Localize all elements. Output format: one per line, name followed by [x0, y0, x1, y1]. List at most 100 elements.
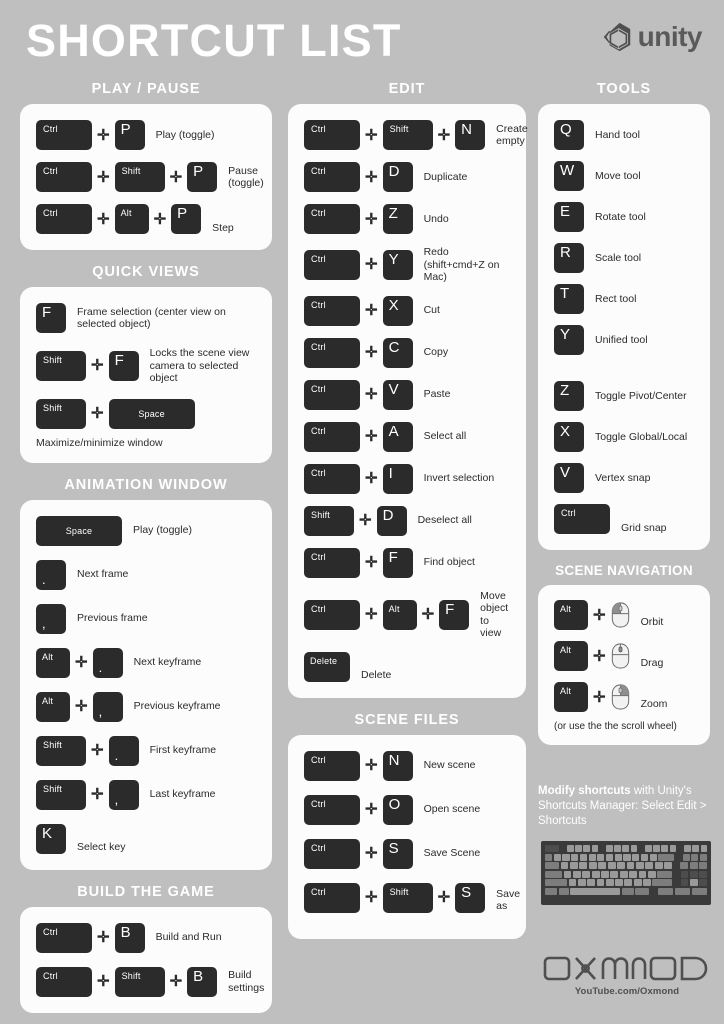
- key-ctrl[interactable]: Ctrl: [304, 794, 360, 825]
- key-a[interactable]: A: [382, 421, 413, 452]
- key-comma[interactable]: ,: [108, 779, 139, 810]
- key-f[interactable]: F: [36, 303, 66, 333]
- key-ctrl[interactable]: Ctrl: [36, 162, 92, 192]
- key-shift[interactable]: Shift: [36, 350, 86, 381]
- key-q[interactable]: Q: [554, 120, 584, 150]
- key-alt[interactable]: Alt: [554, 600, 588, 630]
- key-ctrl[interactable]: Ctrl: [304, 547, 360, 578]
- key-x[interactable]: X: [382, 295, 413, 326]
- shortcut-label: Undo: [423, 212, 449, 225]
- key-ctrl[interactable]: Ctrl: [304, 249, 360, 280]
- shortcut-row: Shift ✛ , Last keyframe: [36, 779, 258, 810]
- key-shift[interactable]: Shift: [36, 735, 86, 766]
- keyboard-key: [545, 887, 557, 895]
- key-c[interactable]: C: [382, 337, 413, 368]
- key-f[interactable]: F: [108, 350, 139, 381]
- key-x[interactable]: X: [554, 422, 584, 452]
- key-shift[interactable]: Shift: [304, 505, 354, 536]
- plus-icon: ✛: [169, 973, 183, 990]
- key-alt[interactable]: Alt: [36, 647, 70, 678]
- key-p[interactable]: P: [171, 204, 202, 234]
- keyboard-gap: [561, 845, 566, 852]
- key-period[interactable]: .: [92, 647, 123, 678]
- shortcut-row: T Rect tool: [554, 284, 696, 314]
- keyboard-key: [570, 862, 578, 870]
- key-ctrl[interactable]: Ctrl: [36, 204, 92, 234]
- key-s[interactable]: S: [382, 838, 413, 869]
- key-shift[interactable]: Shift: [114, 162, 165, 192]
- keyboard-key: [553, 853, 561, 861]
- shortcut-row: V Vertex snap: [554, 463, 696, 493]
- shortcut-row: Ctrl ✛ Shift ✛ P Pause (toggle): [36, 162, 264, 192]
- keyboard-key: [615, 879, 623, 887]
- key-r[interactable]: R: [554, 243, 584, 273]
- key-ctrl[interactable]: Ctrl: [304, 162, 360, 192]
- key-shift[interactable]: Shift: [36, 779, 86, 810]
- key-d[interactable]: D: [382, 162, 413, 192]
- key-ctrl[interactable]: Ctrl: [304, 379, 360, 410]
- key-y[interactable]: Y: [554, 325, 584, 355]
- keyboard-key: [588, 862, 597, 870]
- shortcut-row: Shift ✛ D Deselect all: [304, 505, 512, 536]
- key-period[interactable]: .: [36, 559, 66, 590]
- key-v[interactable]: V: [382, 379, 413, 410]
- shortcut-label: Unified tool: [595, 333, 648, 346]
- key-ctrl[interactable]: Ctrl: [304, 599, 360, 630]
- key-d[interactable]: D: [376, 505, 407, 536]
- key-comma[interactable]: ,: [92, 691, 123, 722]
- key-k[interactable]: K: [36, 823, 66, 854]
- key-ctrl[interactable]: Ctrl: [304, 838, 360, 869]
- key-ctrl[interactable]: Ctrl: [36, 922, 92, 953]
- key-alt[interactable]: Alt: [554, 641, 588, 671]
- key-shift[interactable]: Shift: [382, 882, 433, 913]
- key-n[interactable]: N: [455, 120, 486, 150]
- key-p[interactable]: P: [114, 120, 145, 150]
- key-z[interactable]: Z: [382, 204, 413, 234]
- key-space[interactable]: Space: [36, 515, 122, 546]
- key-ctrl[interactable]: Ctrl: [304, 120, 360, 150]
- key-o[interactable]: O: [382, 794, 413, 825]
- key-delete[interactable]: Delete: [304, 651, 350, 682]
- key-w[interactable]: W: [554, 161, 584, 191]
- key-period[interactable]: .: [108, 735, 139, 766]
- key-b[interactable]: B: [187, 966, 218, 997]
- key-alt[interactable]: Alt: [382, 599, 417, 630]
- key-shift[interactable]: Shift: [382, 120, 433, 150]
- key-ctrl[interactable]: Ctrl: [554, 504, 610, 534]
- key-alt[interactable]: Alt: [36, 691, 70, 722]
- key-i[interactable]: I: [382, 463, 413, 494]
- key-e[interactable]: E: [554, 202, 584, 232]
- key-ctrl[interactable]: Ctrl: [304, 421, 360, 452]
- key-ctrl[interactable]: Ctrl: [304, 204, 360, 234]
- key-n[interactable]: N: [382, 750, 413, 781]
- key-f[interactable]: F: [382, 547, 413, 578]
- shortcut-row: , Previous frame: [36, 603, 258, 634]
- key-b[interactable]: B: [114, 922, 145, 953]
- key-ctrl[interactable]: Ctrl: [304, 463, 360, 494]
- key-alt[interactable]: Alt: [114, 204, 149, 234]
- key-z[interactable]: Z: [554, 381, 584, 411]
- key-shift[interactable]: Shift: [36, 398, 86, 429]
- shortcut-row: Alt ✛ Drag: [554, 641, 696, 671]
- key-ctrl[interactable]: Ctrl: [36, 966, 92, 997]
- key-comma[interactable]: ,: [36, 603, 66, 634]
- key-v[interactable]: V: [554, 463, 584, 493]
- keyboard-key: [601, 870, 609, 878]
- keyboard-key: [575, 845, 582, 852]
- key-ctrl[interactable]: Ctrl: [304, 882, 360, 913]
- key-t[interactable]: T: [554, 284, 584, 314]
- key-p[interactable]: P: [187, 162, 218, 192]
- key-f[interactable]: F: [439, 599, 470, 630]
- key-y[interactable]: Y: [382, 249, 413, 280]
- key-shift[interactable]: Shift: [114, 966, 165, 997]
- column-right: TOOLS Q Hand tool W Move tool E Rotate t…: [538, 78, 710, 745]
- keyboard-key: [614, 845, 621, 852]
- key-s[interactable]: S: [455, 882, 486, 913]
- key-alt[interactable]: Alt: [554, 682, 588, 712]
- key-ctrl[interactable]: Ctrl: [304, 750, 360, 781]
- keyboard-row: [545, 887, 708, 895]
- key-ctrl[interactable]: Ctrl: [36, 120, 92, 150]
- key-space[interactable]: Space: [108, 398, 195, 429]
- key-ctrl[interactable]: Ctrl: [304, 337, 360, 368]
- key-ctrl[interactable]: Ctrl: [304, 295, 360, 326]
